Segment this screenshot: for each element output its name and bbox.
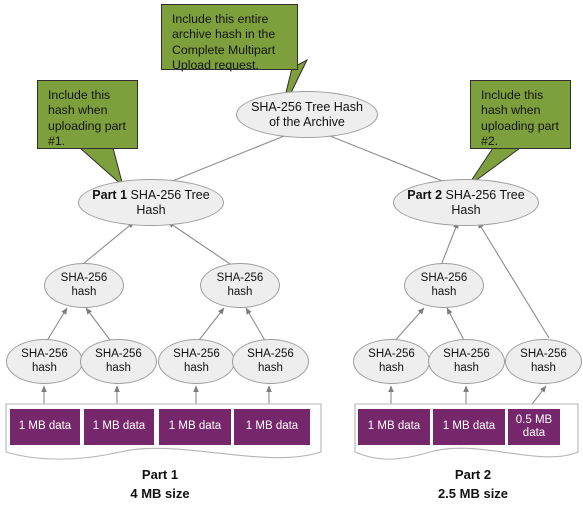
- data-block-part1-4: 1 MB data: [234, 409, 310, 445]
- leaf-5-line-2: hash: [379, 361, 404, 374]
- data-block-part2-3-label-1: 0.5 MB: [515, 413, 553, 426]
- leaf-2-line-2: hash: [106, 361, 131, 374]
- mid-2-line-1: SHA-256: [216, 272, 264, 285]
- mid-3-line-2: hash: [431, 285, 457, 298]
- leaf-3-line-2: hash: [184, 361, 209, 374]
- node-archive-tree-hash: SHA-256 Tree Hash of the Archive: [236, 91, 378, 138]
- leaf-7-line-1: SHA-256: [520, 348, 567, 361]
- callout-part1-line-2: hash when: [48, 103, 108, 118]
- data-block-part2-3: 0.5 MB data: [508, 409, 560, 445]
- caption-part-2-line-2: 2.5 MB size: [437, 485, 509, 501]
- data-block-part1-1: 1 MB data: [10, 409, 80, 445]
- caption-part-1-line-2: 4 MB size: [130, 485, 190, 501]
- leaf-6-line-1: SHA-256: [443, 348, 490, 361]
- data-block-part2-2-label: 1 MB data: [442, 420, 496, 433]
- leaf-1-line-2: hash: [32, 361, 57, 374]
- part-2-bold-label: Part 2: [407, 188, 443, 203]
- data-block-part1-2-label: 1 MB data: [92, 420, 146, 433]
- node-leaf-hash-7: SHA-256 hash: [505, 339, 582, 384]
- mid-1-line-2: hash: [71, 285, 97, 298]
- callout-archive-line-3: Complete Multipart: [172, 42, 276, 57]
- leaf-4-line-2: hash: [258, 361, 283, 374]
- data-block-part2-1-label: 1 MB data: [367, 420, 421, 433]
- caption-part-1-line-1: Part 1: [141, 467, 179, 482]
- mid-2-line-2: hash: [227, 285, 253, 298]
- part-2-line-2: Hash: [451, 202, 481, 217]
- node-mid-hash-2: SHA-256 hash: [200, 263, 280, 308]
- mid-3-line-1: SHA-256: [420, 272, 468, 285]
- part-1-line-2: Hash: [136, 202, 166, 217]
- callout-part2-line-4: #2.: [481, 134, 499, 149]
- leaf-7-line-2: hash: [531, 361, 556, 374]
- node-mid-hash-3: SHA-256 hash: [404, 263, 484, 308]
- node-leaf-hash-1: SHA-256 hash: [6, 339, 83, 384]
- sha256-tree-hash-diagram: Include this entire archive hash in the …: [0, 0, 583, 513]
- node-mid-hash-1: SHA-256 hash: [44, 263, 124, 308]
- callout-archive-hash: Include this entire archive hash in the …: [161, 4, 298, 73]
- data-block-part1-3-label: 1 MB data: [168, 420, 222, 433]
- callout-archive-line-4: Upload request.: [172, 58, 259, 73]
- callout-part1-line-4: #1.: [48, 134, 66, 149]
- data-block-part1-4-label: 1 MB data: [245, 420, 299, 433]
- leaf-4-line-1: SHA-256: [247, 348, 294, 361]
- leaf-6-line-2: hash: [454, 361, 479, 374]
- data-block-part1-3: 1 MB data: [159, 409, 231, 445]
- archive-hash-line-2: of the Archive: [269, 114, 345, 129]
- data-block-part2-1: 1 MB data: [358, 409, 430, 445]
- callout-part1-line-1: Include this: [48, 88, 111, 102]
- caption-part-2-line-1: Part 2: [454, 467, 492, 482]
- callout-part2-line-1: Include this: [481, 88, 544, 102]
- callout-archive-line-2: archive hash in the: [172, 27, 276, 42]
- data-block-part1-2: 1 MB data: [84, 409, 154, 445]
- part-2-rest-label: SHA-256 Tree: [442, 188, 525, 203]
- callout-part-2-hash: Include this hash when uploading part #2…: [470, 80, 571, 149]
- node-leaf-hash-6: SHA-256 hash: [428, 339, 505, 384]
- leaf-1-line-1: SHA-256: [21, 348, 68, 361]
- node-leaf-hash-3: SHA-256 hash: [158, 339, 235, 384]
- callout-part2-line-3: uploading part: [481, 118, 559, 133]
- node-leaf-hash-5: SHA-256 hash: [353, 339, 430, 384]
- callout-part-1-hash: Include this hash when uploading part #1…: [37, 80, 138, 149]
- node-part-2-tree-hash: Part 2 SHA-256 Tree Hash: [393, 179, 539, 226]
- callout-part2-line-2: hash when: [481, 103, 541, 118]
- callout-part1-line-3: uploading part: [48, 118, 126, 133]
- archive-hash-line-1: SHA-256 Tree Hash: [251, 100, 363, 115]
- nodes-layer: Include this entire archive hash in the …: [0, 0, 583, 513]
- part-1-bold-label: Part 1: [92, 188, 128, 203]
- data-block-part1-1-label: 1 MB data: [18, 420, 72, 433]
- part-1-rest-label: SHA-256 Tree: [127, 188, 210, 203]
- data-block-part2-2: 1 MB data: [433, 409, 505, 445]
- data-block-part2-3-label-2: data: [522, 427, 546, 439]
- caption-part-1: Part 1 4 MB size: [80, 466, 240, 504]
- node-leaf-hash-2: SHA-256 hash: [80, 339, 157, 384]
- node-part-1-tree-hash: Part 1 SHA-256 Tree Hash: [78, 179, 224, 226]
- leaf-5-line-1: SHA-256: [368, 348, 415, 361]
- leaf-2-line-1: SHA-256: [95, 348, 142, 361]
- leaf-3-line-1: SHA-256: [173, 348, 220, 361]
- callout-archive-line-1: Include this entire: [172, 12, 269, 26]
- mid-1-line-1: SHA-256: [60, 272, 108, 285]
- caption-part-2: Part 2 2.5 MB size: [393, 466, 553, 504]
- node-leaf-hash-4: SHA-256 hash: [232, 339, 309, 384]
